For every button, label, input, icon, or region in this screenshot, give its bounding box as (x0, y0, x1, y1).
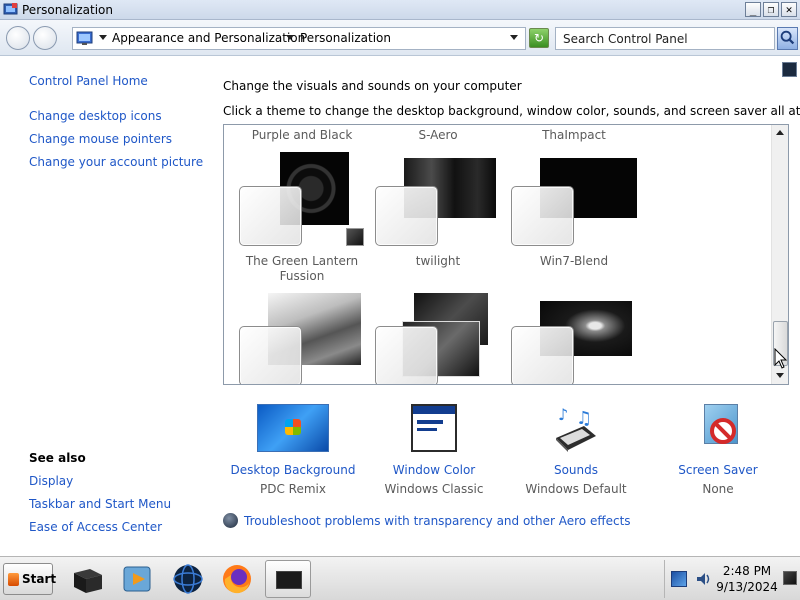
theme-label: S-Aero (418, 128, 458, 142)
control-panel-home-link[interactable]: Control Panel Home (29, 74, 148, 88)
sounds-value: Windows Default (525, 482, 627, 496)
address-history-dropdown-icon[interactable] (510, 35, 518, 40)
theme-label: ThaImpact (542, 128, 606, 142)
troubleshoot-label[interactable]: Troubleshoot problems with transparency … (244, 514, 631, 528)
change-mouse-pointers-link[interactable]: Change mouse pointers (29, 132, 172, 146)
start-button[interactable]: Start (3, 563, 56, 595)
theme-label: twilight (415, 254, 461, 268)
network-icon[interactable] (671, 571, 687, 587)
back-button[interactable] (6, 26, 30, 50)
show-desktop-icon[interactable] (783, 571, 797, 585)
theme-window-preview (239, 326, 302, 384)
clock-date: 9/13/2024 (716, 580, 778, 594)
restore-button[interactable]: ❐ (763, 2, 779, 17)
start-orb-icon (8, 573, 19, 586)
theme-label: Win7-Blend (539, 254, 609, 268)
screen-saver-label[interactable]: Screen Saver (643, 463, 793, 477)
theme-window-preview (375, 186, 438, 246)
theme-label: Purple and Black (251, 128, 353, 142)
desktop-background-option[interactable]: Desktop Background PDC Remix (218, 404, 368, 496)
desktop-background-icon (257, 404, 329, 454)
troubleshoot-icon (223, 513, 238, 528)
personalization-app-icon (3, 3, 18, 15)
forward-button[interactable] (33, 26, 57, 50)
address-bar-area: Appearance and Personalization Personali… (0, 20, 800, 56)
address-box[interactable]: Appearance and Personalization Personali… (72, 27, 526, 50)
theme-window-preview (239, 186, 302, 246)
scroll-up-icon[interactable] (776, 130, 784, 135)
search-input[interactable]: Search Control Panel (555, 27, 775, 50)
ease-of-access-link[interactable]: Ease of Access Center (29, 520, 162, 534)
page-heading: Change the visuals and sounds on your co… (223, 79, 522, 93)
window-title: Personalization (22, 3, 113, 17)
crumb-appearance[interactable]: Appearance and Personalization (112, 31, 305, 45)
window-color-icon (398, 404, 470, 454)
change-desktop-icons-link[interactable]: Change desktop icons (29, 109, 162, 123)
explorer-icon[interactable] (70, 561, 106, 597)
theme-window-preview (511, 186, 574, 246)
desktop-background-value: PDC Remix (260, 482, 326, 496)
sounds-option[interactable]: ♪ ♫ Sounds Windows Default (501, 404, 651, 496)
screen-saver-option[interactable]: Screen Saver None (643, 404, 793, 496)
volume-icon[interactable] (695, 571, 711, 587)
see-also-heading: See also (29, 451, 86, 465)
window-color-option[interactable]: Window Color Windows Classic (359, 404, 509, 496)
crumb-personalization[interactable]: Personalization (300, 31, 391, 45)
theme-label: The Green Lantern Fussion (245, 254, 359, 283)
start-label[interactable]: Start (22, 572, 56, 586)
theme-list-scrollbar[interactable] (771, 125, 788, 384)
theme-list[interactable]: Purple and Black S-Aero ThaImpact The Gr… (223, 124, 789, 385)
window-color-value: Windows Classic (384, 482, 484, 496)
display-link[interactable]: Display (29, 474, 73, 488)
theme-window-preview (375, 326, 438, 384)
crumb-separator-icon[interactable] (286, 35, 294, 40)
window-color-label[interactable]: Window Color (359, 463, 509, 477)
change-account-picture-link[interactable]: Change your account picture (29, 155, 203, 169)
screen-saver-value: None (702, 482, 734, 496)
help-icon[interactable] (782, 62, 797, 77)
screen-saver-icon (682, 404, 754, 454)
search-icon[interactable] (777, 27, 798, 50)
refresh-icon[interactable]: ↻ (529, 28, 549, 48)
control-panel-icon (76, 31, 93, 45)
personalization-window-icon[interactable] (265, 560, 311, 598)
magnifier-glyph (780, 30, 795, 45)
theme-badge-icon (346, 228, 364, 246)
scroll-down-icon[interactable] (776, 373, 784, 378)
svg-text:♪: ♪ (558, 405, 568, 424)
theme-window-preview (511, 326, 574, 384)
crumb-dropdown-icon[interactable] (99, 35, 107, 40)
minimize-button[interactable]: _ (745, 2, 761, 17)
sounds-label[interactable]: Sounds (501, 463, 651, 477)
page-instruction: Click a theme to change the desktop back… (223, 104, 800, 118)
media-player-icon[interactable] (119, 561, 155, 597)
taskbar-clock[interactable]: 2:48 PM 9/13/2024 (712, 563, 782, 595)
sounds-icon: ♪ ♫ (540, 404, 612, 454)
mouse-cursor-icon (774, 348, 788, 369)
close-button[interactable]: ✕ (781, 2, 797, 17)
globe-icon[interactable] (170, 561, 206, 597)
firefox-icon[interactable] (219, 561, 255, 597)
svg-text:♫: ♫ (576, 408, 592, 429)
troubleshoot-aero-link[interactable]: Troubleshoot problems with transparency … (223, 513, 631, 528)
desktop-background-label[interactable]: Desktop Background (218, 463, 368, 477)
title-bar: Personalization _ ❐ ✕ (0, 0, 800, 20)
clock-time: 2:48 PM (722, 564, 772, 578)
taskbar-start-menu-link[interactable]: Taskbar and Start Menu (29, 497, 171, 511)
taskbar: Start 2:48 PM 9/13/2024 (0, 556, 800, 600)
